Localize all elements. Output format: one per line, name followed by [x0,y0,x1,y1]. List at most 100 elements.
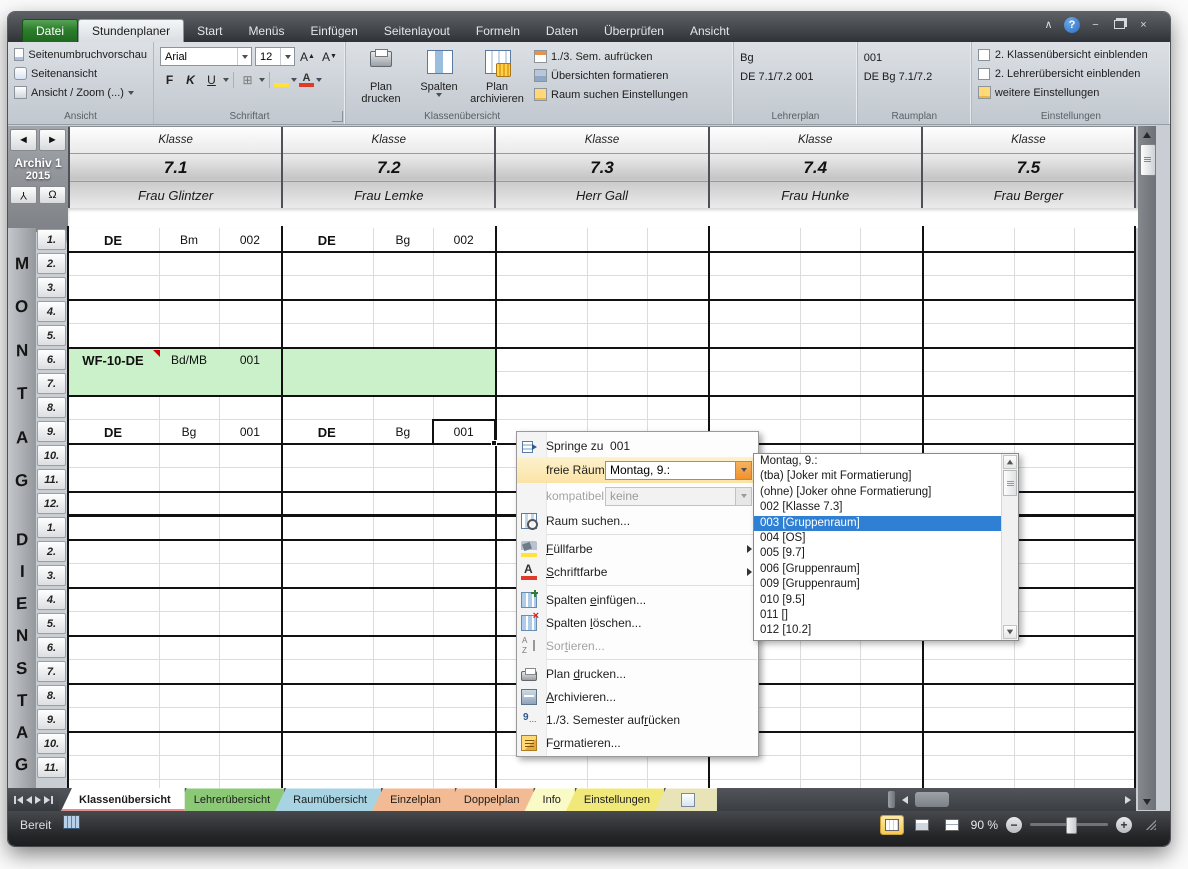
menu-combo-kompatibel[interactable]: kompatibel:keine [517,483,758,509]
combo-value-box[interactable]: keine [605,487,752,506]
macro-record-icon[interactable] [63,815,80,829]
restore-icon[interactable] [1111,16,1128,33]
class-header-7.2[interactable]: Klasse7.2Frau Lemke [283,127,496,209]
ribbon-tab-stundenplaner[interactable]: Stundenplaner [78,19,184,42]
shrink-font-button[interactable]: A▼ [320,47,339,66]
sheet-tab-doppelplan[interactable]: Doppelplan [446,788,534,811]
sheet-tab-einzelplan[interactable]: Einzelplan [372,788,455,811]
scroll-up-icon[interactable] [1140,128,1154,141]
ribbon-tab-überprüfen[interactable]: Überprüfen [591,20,677,42]
lesson-teacher[interactable]: Bg [159,420,219,444]
view-page-break-button[interactable] [941,816,963,834]
sheet-prev-button[interactable] [26,796,32,804]
scroll-down-icon[interactable] [1140,795,1154,808]
zoom-slider[interactable] [1030,823,1108,826]
checkbox-icon[interactable] [978,68,990,80]
row-button-dienstag-3[interactable]: 3. [37,565,66,586]
selected-cell[interactable] [432,419,496,445]
sheet-tab-einstellungen[interactable]: Einstellungen [566,788,664,811]
row-button-montag-6[interactable]: 6. [37,349,66,370]
vertical-scrollbar[interactable] [1138,126,1156,810]
grow-font-button[interactable]: A▲ [298,47,317,66]
row-button-montag-5[interactable]: 5. [37,325,66,346]
insert-sheet-tab[interactable] [655,788,717,811]
zoom-slider-thumb[interactable] [1066,817,1077,834]
font-name-combo[interactable]: Arial [160,47,252,66]
ribbon-tab-daten[interactable]: Daten [533,20,591,42]
ribbon-tab-start[interactable]: Start [184,20,235,42]
row-button-dienstag-10[interactable]: 10. [37,733,66,754]
lesson-teacher[interactable]: Bg [373,228,433,252]
spalten-button[interactable]: Spalten [410,45,468,111]
menu-item-springe-zu--001[interactable]: Springe zu 001 [517,434,758,457]
font-size-combo[interactable]: 12 [255,47,295,66]
fill-color-button[interactable] [274,72,289,87]
hscroll-left-icon[interactable] [898,791,912,808]
row-button-montag-1[interactable]: 1. [37,229,66,250]
zweite-klassenuebersicht-checkbox-row[interactable]: 2. Klassenübersicht einblenden [978,45,1164,64]
ribbon-tab-formeln[interactable]: Formeln [463,20,533,42]
font-name-dropdown[interactable] [237,48,251,65]
row-button-dienstag-4[interactable]: 4. [37,589,66,610]
plan-drucken-button[interactable]: Plan drucken [352,45,410,111]
view-normal-button[interactable] [881,816,903,834]
view-page-layout-button[interactable] [911,816,933,834]
row-button-montag-3[interactable]: 3. [37,277,66,298]
menu-item-schriftfarbe[interactable]: Schriftfarbe [517,560,758,583]
weitere-einstellungen-button[interactable]: weitere Einstellungen [978,83,1164,102]
lesson-room[interactable]: 001 [219,348,281,372]
tab-scrollbar-splitter[interactable] [888,791,895,808]
row-button-dienstag-5[interactable]: 5. [37,613,66,634]
menu-item-plan-drucken---[interactable]: Plan drucken... [517,662,758,685]
seitenansicht-button[interactable]: Seitenansicht [14,64,147,83]
borders-button[interactable]: ⊞ [238,70,257,89]
menu-item-f-llfarbe[interactable]: Füllfarbe [517,537,758,560]
menu-item-spalten-l-schen---[interactable]: Spalten löschen... [517,611,758,634]
row-button-montag-4[interactable]: 4. [37,301,66,322]
sheet-next-button[interactable] [35,796,41,804]
row-button-montag-2[interactable]: 2. [37,253,66,274]
minimize-icon[interactable]: − [1087,16,1104,33]
room-option-1[interactable]: (tba) [Joker mit Formatierung] [754,469,1008,484]
uebersichten-formatieren-button[interactable]: Übersichten formatieren [534,66,688,85]
hscroll-right-icon[interactable] [1121,791,1135,808]
lesson-teacher[interactable]: Bg [373,420,433,444]
row-button-montag-7[interactable]: 7. [37,373,66,394]
semester-aufruecken-button[interactable]: 1./3. Sem. aufrücken [534,47,688,66]
dropdown-scroll-down-icon[interactable] [1003,625,1017,639]
menu-item-formatieren---[interactable]: Formatieren... [517,731,758,754]
ribbon-collapse-icon[interactable]: ∧ [1040,16,1057,33]
lesson-subject[interactable]: DE [281,228,373,252]
menu-combo-freierume[interactable]: freie Räume:Montag, 9.: [517,457,758,483]
class-header-7.3[interactable]: Klasse7.3Herr Gall [496,127,709,209]
room-option-2[interactable]: (ohne) [Joker ohne Formatierung] [754,485,1008,500]
lesson-subject[interactable]: DE [67,420,159,444]
row-button-dienstag-6[interactable]: 6. [37,637,66,658]
room-option-0[interactable]: Montag, 9.: [754,454,1008,469]
font-size-dropdown[interactable] [280,48,294,65]
lesson-room[interactable]: 001 [219,420,281,444]
checkbox-icon[interactable] [978,49,990,61]
menu-item-1--3--semester-aufr-cken[interactable]: 1./3. Semester aufrücken [517,708,758,731]
row-button-dienstag-2[interactable]: 2. [37,541,66,562]
font-color-dropdown-icon[interactable] [316,78,322,82]
lesson-room[interactable]: 002 [219,228,281,252]
lesson-teacher[interactable]: Bm [159,228,219,252]
menu-item-spalten-einf-gen---[interactable]: Spalten einfügen... [517,588,758,611]
row-button-montag-10[interactable]: 10. [37,445,66,466]
row-button-dienstag-9[interactable]: 9. [37,709,66,730]
undo-button[interactable]: Ω [39,186,66,204]
ribbon-tab-menüs[interactable]: Menüs [235,20,297,42]
zoom-level[interactable]: 90 % [971,818,998,832]
italic-button[interactable]: K [181,70,200,89]
zoom-out-button[interactable]: − [1006,817,1022,833]
room-option-4[interactable]: 003 [Gruppenraum] [754,516,1008,531]
fill-color-dropdown-icon[interactable] [291,78,297,82]
sheet-last-button[interactable] [44,796,53,804]
sheet-first-button[interactable] [14,796,23,804]
room-option-6[interactable]: 005 [9.7] [754,546,1008,561]
room-option-10[interactable]: 011 [] [754,608,1008,623]
borders-dropdown-icon[interactable] [259,78,265,82]
class-header-7.4[interactable]: Klasse7.4Frau Hunke [710,127,923,209]
room-option-5[interactable]: 004 [OS] [754,531,1008,546]
